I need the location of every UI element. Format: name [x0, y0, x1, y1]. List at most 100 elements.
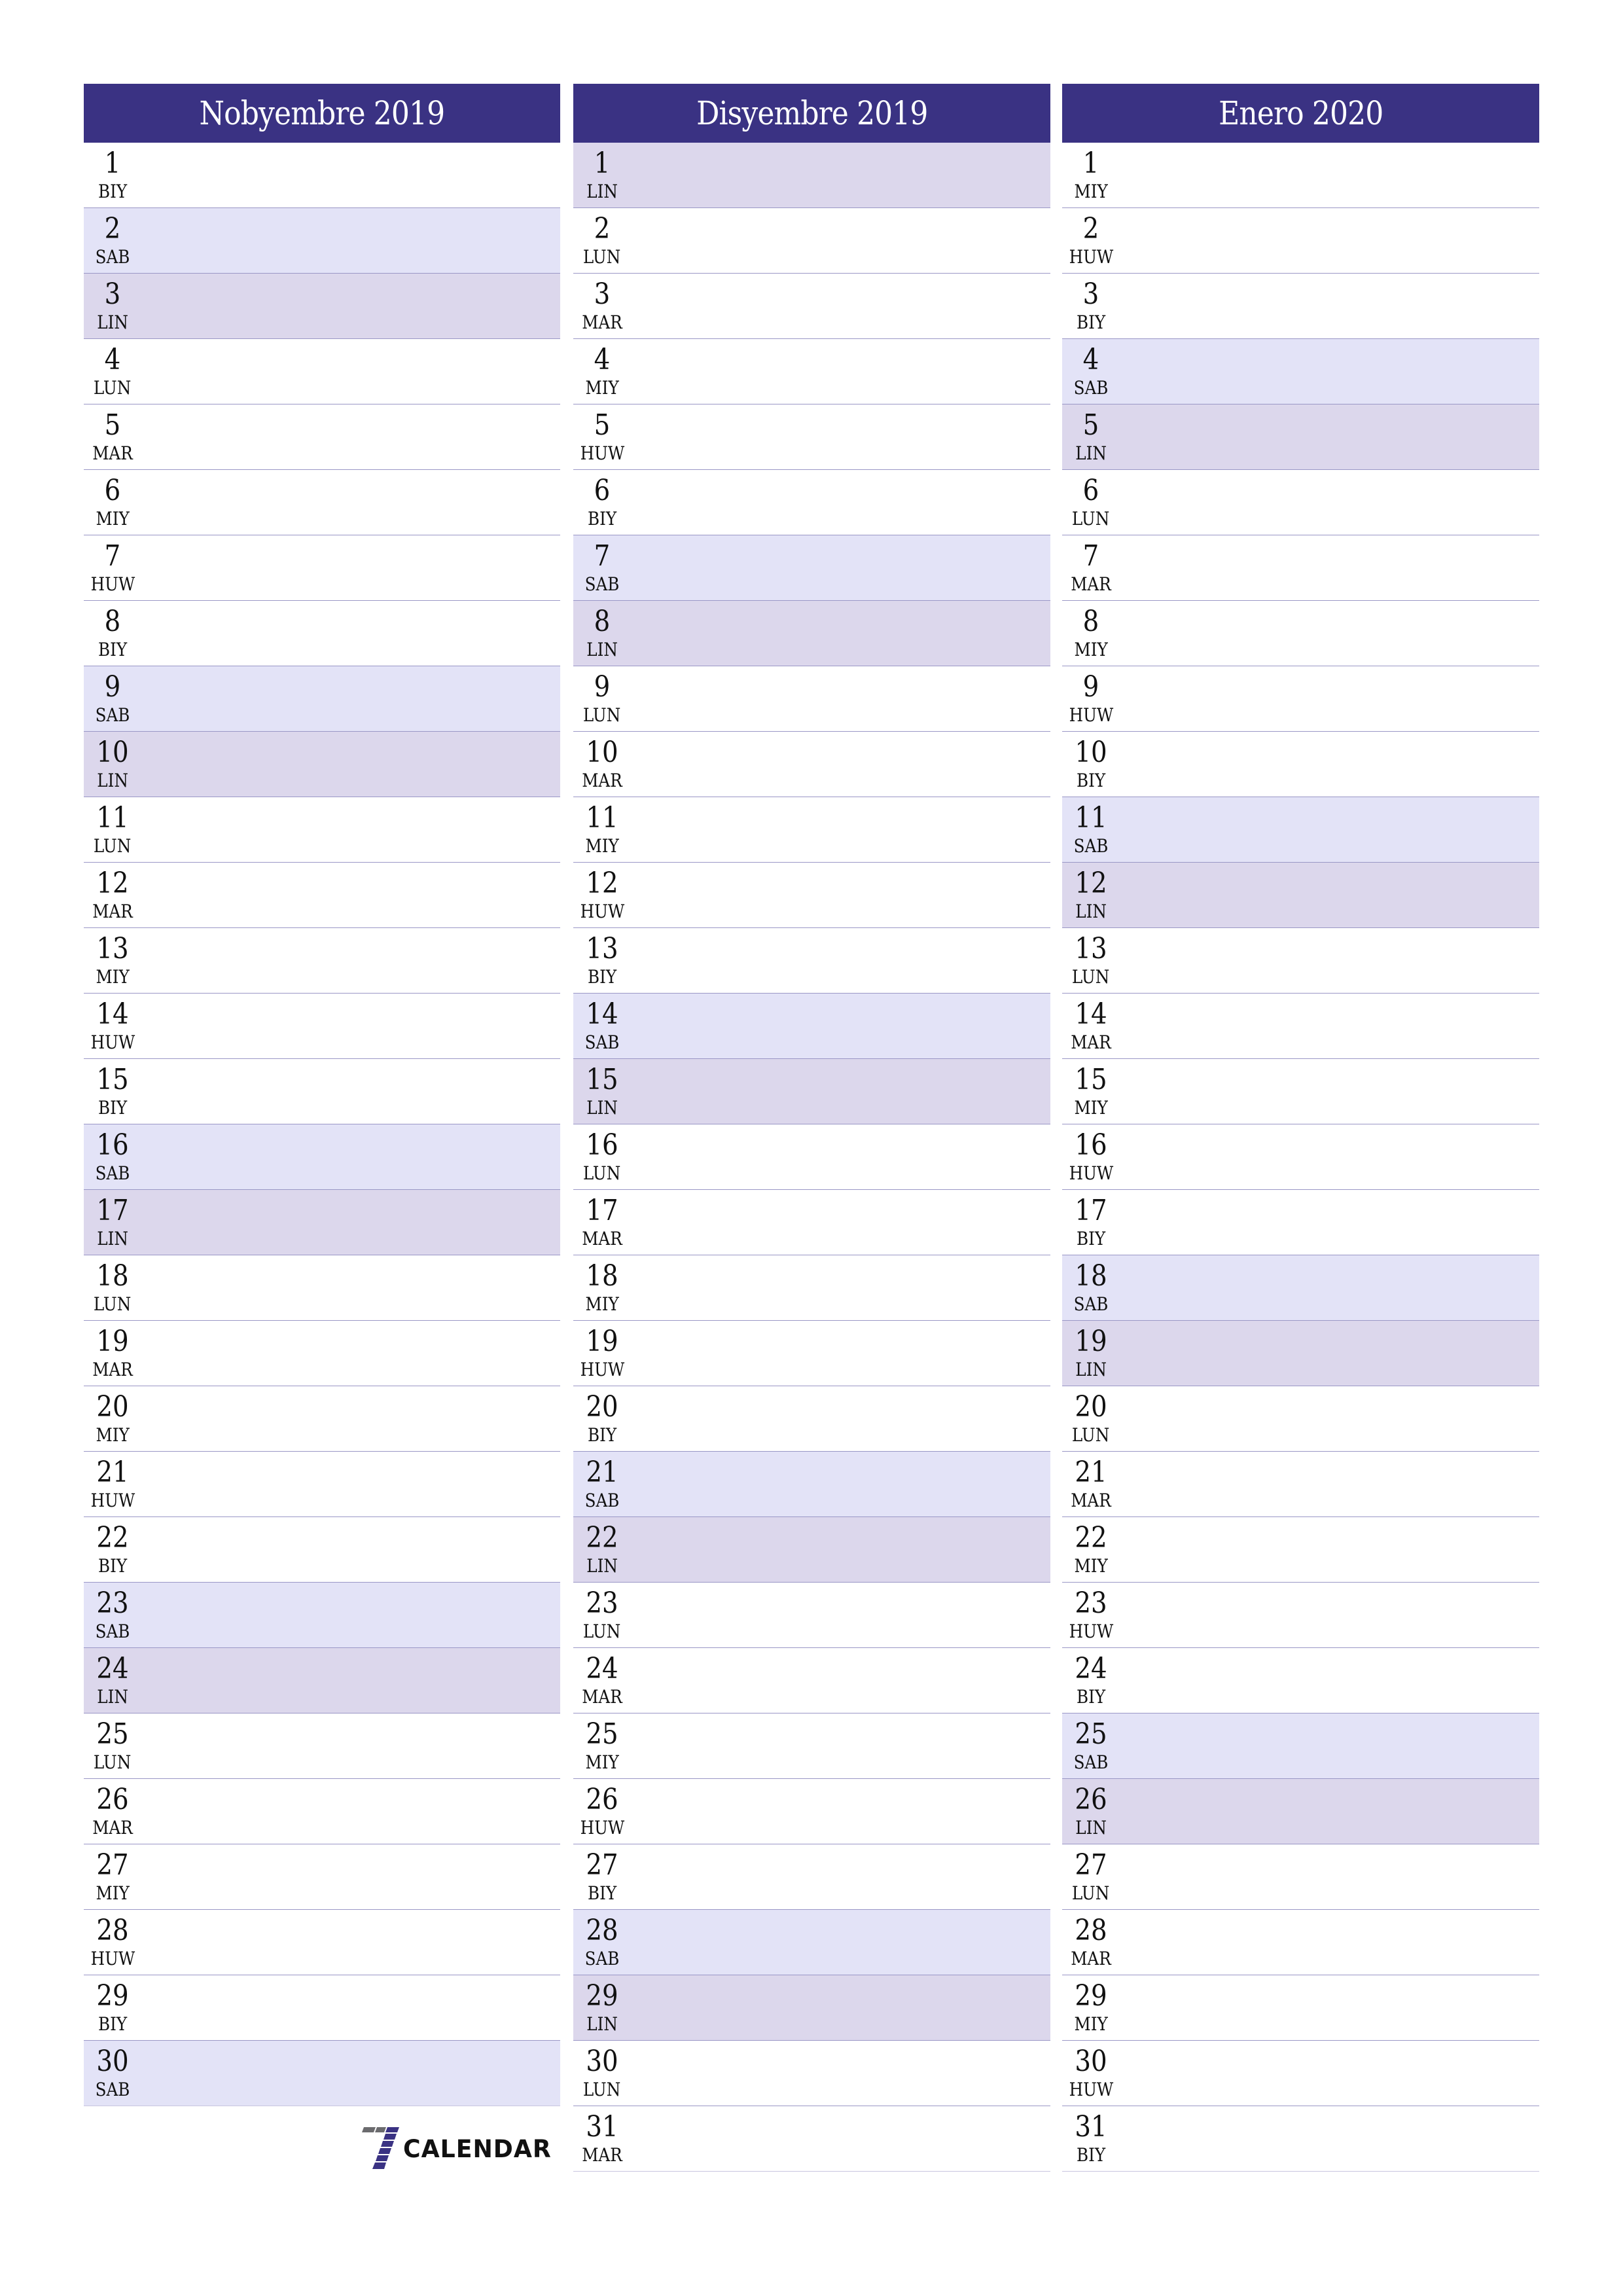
- weekday-label: MIY: [1062, 639, 1120, 660]
- weekday-label-text: LIN: [586, 2013, 618, 2035]
- day-row: 13 LUN: [1062, 928, 1539, 994]
- seven-calendar-logo-icon: [362, 2127, 399, 2169]
- weekday-label: LIN: [573, 181, 631, 202]
- day-row: 5 LIN: [1062, 404, 1539, 470]
- day-number-text: 17: [1075, 1194, 1107, 1227]
- day-row: 9 HUW: [1062, 666, 1539, 732]
- day-row: 23 LUN: [573, 1583, 1050, 1648]
- day-row: 16 HUW: [1062, 1124, 1539, 1190]
- day-row: 6 MIY: [84, 470, 560, 535]
- weekday-label: HUW: [573, 1818, 631, 1839]
- day-number: 26: [84, 1783, 141, 1817]
- weekday-label-text: BIY: [1076, 770, 1106, 791]
- weekday-label: LUN: [84, 378, 141, 399]
- weekday-label-text: LIN: [586, 639, 618, 660]
- month-title: Enero 2020: [1218, 94, 1383, 132]
- day-row: 19 HUW: [573, 1321, 1050, 1386]
- weekday-label-text: LIN: [1075, 1359, 1107, 1380]
- month-column-november-2019: Nobyembre 2019 1 BIY 2 SAB 3 LIN 4 LUN 5 MAR 6 MIY 7…: [84, 84, 560, 2106]
- day-row: 4 LUN: [84, 339, 560, 404]
- brand-logo: CALENDAR: [360, 2126, 551, 2176]
- day-row: 17 MAR: [573, 1190, 1050, 1255]
- weekday-label: MIY: [84, 509, 141, 529]
- day-number-text: 18: [586, 1259, 618, 1293]
- day-number-text: 5: [1082, 408, 1099, 442]
- weekday-label-text: BIY: [98, 1555, 128, 1577]
- day-number: 22: [1062, 1521, 1120, 1555]
- day-number-text: 16: [1075, 1128, 1107, 1162]
- day-number-text: 9: [1082, 670, 1099, 704]
- weekday-label: SAB: [84, 705, 141, 726]
- day-number-text: 23: [96, 1587, 129, 1620]
- weekday-label-text: LUN: [583, 246, 621, 268]
- day-number-text: 7: [594, 539, 611, 573]
- day-row: 31 BIY: [1062, 2106, 1539, 2172]
- day-row: 26 HUW: [573, 1779, 1050, 1844]
- day-row: 21 HUW: [84, 1452, 560, 1517]
- day-number-text: 6: [1082, 474, 1099, 507]
- weekday-label-text: LUN: [1072, 966, 1110, 988]
- day-number: 9: [1062, 670, 1120, 704]
- weekday-label-text: HUW: [1069, 704, 1113, 726]
- day-number: 10: [573, 736, 631, 770]
- day-number: 12: [1062, 867, 1120, 901]
- day-number-text: 24: [96, 1652, 129, 1685]
- weekday-label: LUN: [573, 247, 631, 268]
- day-number-text: 31: [1075, 2110, 1107, 2144]
- weekday-label-text: MIY: [96, 1882, 130, 1904]
- day-number-text: 12: [586, 867, 618, 900]
- day-number: 7: [573, 539, 631, 573]
- weekday-label: MIY: [84, 1425, 141, 1446]
- day-row: 21 MAR: [1062, 1452, 1539, 1517]
- day-number-text: 16: [96, 1128, 129, 1162]
- day-number-text: 19: [586, 1325, 618, 1358]
- weekday-label-text: LUN: [1072, 1424, 1110, 1446]
- day-number-text: 5: [594, 408, 611, 442]
- day-number-text: 28: [1075, 1914, 1107, 1947]
- day-row: 4 MIY: [573, 339, 1050, 404]
- day-number: 19: [1062, 1325, 1120, 1359]
- day-number-text: 4: [104, 343, 121, 376]
- day-number: 9: [573, 670, 631, 704]
- weekday-label-text: LUN: [94, 1293, 132, 1315]
- day-number-text: 26: [1075, 1783, 1107, 1816]
- weekday-label-text: HUW: [580, 442, 624, 464]
- day-row: 12 MAR: [84, 863, 560, 928]
- day-row: 16 SAB: [84, 1124, 560, 1190]
- day-number: 6: [1062, 474, 1120, 508]
- day-number-text: 23: [1075, 1587, 1107, 1620]
- weekday-label-text: MAR: [92, 1359, 133, 1380]
- day-row: 24 MAR: [573, 1648, 1050, 1713]
- day-number: 20: [573, 1390, 631, 1424]
- day-row: 30 LUN: [573, 2041, 1050, 2106]
- weekday-label-text: BIY: [98, 639, 128, 660]
- weekday-label-text: LUN: [94, 835, 132, 857]
- weekday-label: LUN: [1062, 967, 1120, 988]
- weekday-label: MIY: [1062, 1556, 1120, 1577]
- weekday-label: LUN: [1062, 1425, 1120, 1446]
- day-row: 10 BIY: [1062, 732, 1539, 797]
- day-number-text: 16: [586, 1128, 618, 1162]
- day-row: 20 MIY: [84, 1386, 560, 1452]
- day-number: 12: [573, 867, 631, 901]
- weekday-label: MAR: [573, 1687, 631, 1708]
- day-number: 20: [1062, 1390, 1120, 1424]
- weekday-label: BIY: [84, 2014, 141, 2035]
- day-number-text: 25: [1075, 1717, 1107, 1751]
- day-row: 4 SAB: [1062, 339, 1539, 404]
- weekday-label: BIY: [1062, 1687, 1120, 1708]
- day-number-text: 15: [586, 1063, 618, 1096]
- day-number-text: 31: [586, 2110, 618, 2144]
- day-row: 19 LIN: [1062, 1321, 1539, 1386]
- weekday-label: MAR: [573, 1229, 631, 1249]
- weekday-label: HUW: [84, 1948, 141, 1969]
- weekday-label: LIN: [1062, 1818, 1120, 1839]
- day-row: 3 LIN: [84, 274, 560, 339]
- day-number-text: 15: [1075, 1063, 1107, 1096]
- weekday-label-text: LIN: [97, 770, 128, 791]
- weekday-label-text: SAB: [584, 1031, 620, 1053]
- day-number: 11: [1062, 801, 1120, 835]
- day-row: 31 MAR: [573, 2106, 1050, 2172]
- day-list: 1 LIN 2 LUN 3 MAR 4 MIY 5 HUW 6 BIY 7 SAB 8 LIN 9 LUN 10 MA…: [573, 143, 1050, 2172]
- weekday-label: MIY: [1062, 2014, 1120, 2035]
